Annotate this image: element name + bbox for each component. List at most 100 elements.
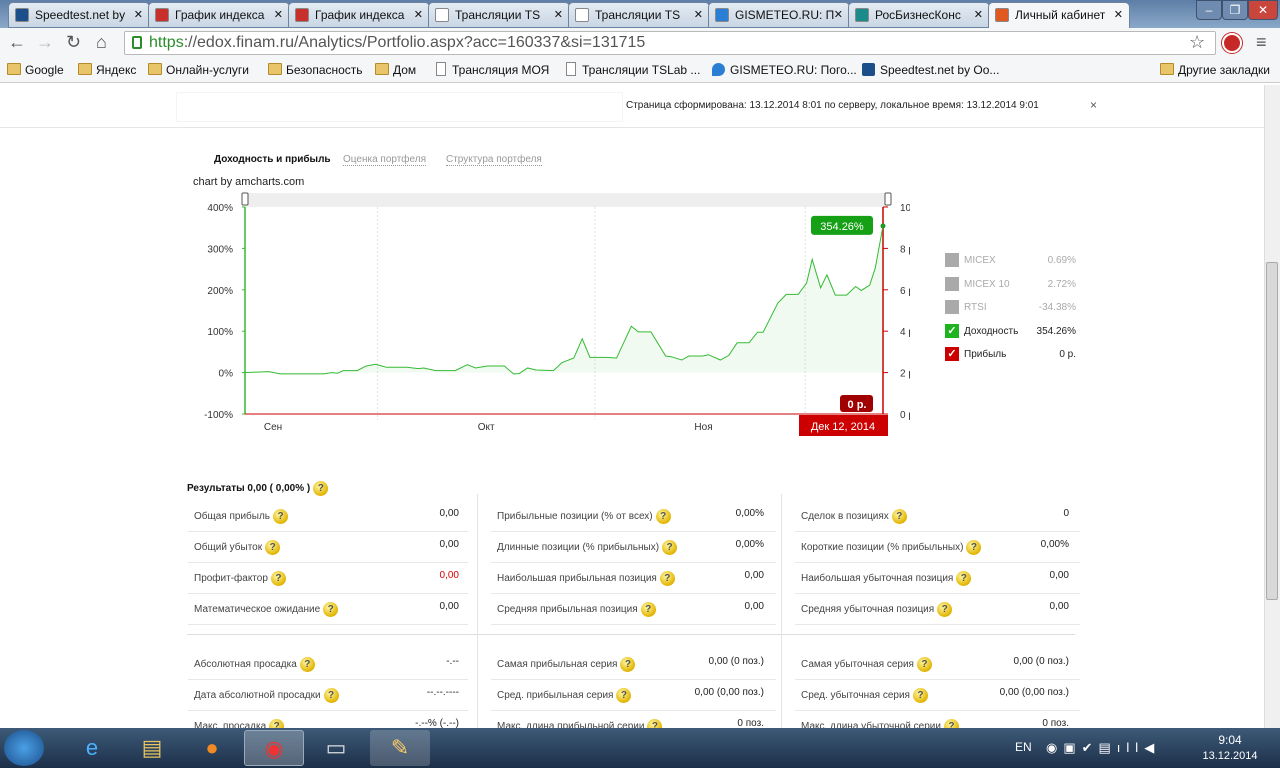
help-icon[interactable]: ? [323,602,339,617]
terminal-icon[interactable]: ▭ [306,730,366,766]
favicon-icon [15,8,29,22]
browser-tab[interactable]: Speedtest.net by ✕ [8,2,150,28]
y-tick-label: 0% [219,369,234,380]
scroll-handle[interactable] [241,192,249,206]
close-tab-icon[interactable]: ✕ [974,8,983,21]
browser-tab[interactable]: Трансляции TS ✕ [428,2,570,28]
close-tab-icon[interactable]: ✕ [134,8,143,21]
browser-tab[interactable]: GISMETEO.RU: П ✕ [708,2,850,28]
browser-tab[interactable]: Трансляции TS ✕ [568,2,710,28]
row-divider [491,562,776,563]
reload-icon[interactable]: ↻ [66,32,81,53]
help-icon[interactable]: ? [912,688,928,703]
stat-value: 0,00 (0 поз.) [1013,656,1069,667]
returns-endpoint [880,223,886,229]
row-divider [795,710,1080,711]
other-bookmarks[interactable]: Другие закладки [1160,63,1270,77]
stat-label: Средняя прибыльная позиция? [497,602,656,617]
help-icon[interactable]: ? [265,540,281,555]
tab-portfolio-valuation[interactable]: Оценка портфеля [343,154,427,166]
bookmark-item[interactable]: GISMETEO.RU: Пого... [712,63,857,77]
maximize-button[interactable]: ❐ [1222,0,1248,20]
browser-tab[interactable]: График индекса ✕ [288,2,430,28]
help-icon[interactable]: ? [616,688,632,703]
clock-time[interactable]: 9:04 [1200,733,1260,747]
checkbox-checked-icon[interactable]: ✓ [945,347,959,361]
results-title: Результаты 0,00 ( 0,00% )? [187,481,329,496]
checkbox-icon[interactable] [945,253,959,267]
address-bar[interactable]: https://edox.finam.ru/Analytics/Portfoli… [124,31,1216,55]
bookmark-item[interactable]: Дом [375,63,416,77]
help-icon[interactable]: ? [313,481,329,496]
folder-icon [375,63,389,75]
help-icon[interactable]: ? [323,688,339,703]
browser-tab[interactable]: Личный кабинет ✕ [988,2,1130,28]
forward-icon[interactable]: → [36,32,54,53]
start-button[interactable] [4,730,44,766]
scrollbar-area[interactable] [245,193,888,207]
firefox-icon[interactable]: ● [182,730,242,766]
back-icon[interactable]: ← [8,32,26,53]
bookmark-item[interactable]: Google [7,63,64,77]
close-tab-icon[interactable]: ✕ [274,8,283,21]
y2-tick-label: 0 р. [900,410,910,421]
stat-value: 0,00 [744,601,764,612]
close-icon[interactable]: × [1090,98,1097,112]
bookmark-item[interactable]: Безопасность [268,63,363,77]
row-divider [795,593,1080,594]
y-tick-label: 300% [207,244,233,255]
clock-date[interactable]: 13.12.2014 [1196,750,1264,762]
close-tab-icon[interactable]: ✕ [554,8,563,21]
help-icon[interactable]: ? [620,657,636,672]
help-icon[interactable]: ? [270,571,286,586]
help-icon[interactable]: ? [299,657,315,672]
help-icon[interactable]: ? [891,509,907,524]
page-icon [436,62,446,76]
chart-credit[interactable]: chart by amcharts.com [193,176,304,188]
checkbox-icon[interactable] [945,276,959,291]
y2-tick-label: 10 р. [900,203,910,214]
tab-portfolio-structure[interactable]: Структура портфеля [446,154,542,166]
checkbox-checked-icon[interactable]: ✓ [945,323,959,338]
scrollbar-thumb[interactable] [1266,262,1278,600]
bookmark-item[interactable]: Speedtest.net by Oo... [862,63,999,77]
close-tab-icon[interactable]: ✕ [694,8,703,21]
tab-returns[interactable]: Доходность и прибыль [214,154,331,165]
explorer-icon[interactable]: ▤ [122,730,182,766]
browser-tab[interactable]: РосБизнесКонс ✕ [848,2,990,28]
ie-icon[interactable]: e [62,730,122,766]
bookmark-item[interactable]: Яндекс [78,63,136,77]
home-icon[interactable]: ⌂ [96,32,107,53]
section-divider [187,634,1075,635]
stat-label: Самая прибыльная серия? [497,657,636,672]
adblock-icon[interactable] [1222,33,1242,53]
folder-icon [1160,63,1174,75]
help-icon[interactable]: ? [273,509,289,524]
browser-tab[interactable]: График индекса ✕ [148,2,290,28]
star-icon[interactable]: ☆ [1189,32,1205,53]
close-tab-icon[interactable]: ✕ [834,8,843,21]
column-divider [781,494,782,728]
row-divider [491,710,776,711]
minimize-button[interactable]: – [1196,0,1222,20]
checkbox-icon[interactable] [945,300,959,314]
bookmark-label: Трансляция МОЯ [452,63,550,77]
y-tick-label: 200% [207,286,233,297]
close-tab-icon[interactable]: ✕ [414,8,423,21]
chrome-icon[interactable]: ◉ [244,730,304,766]
close-window-button[interactable]: ✕ [1248,0,1278,20]
bookmark-item[interactable]: Трансляции TSLab ... [564,62,700,77]
help-icon[interactable]: ? [916,657,932,672]
scroll-handle[interactable] [884,192,892,206]
menu-icon[interactable]: ≡ [1256,32,1267,53]
language-indicator[interactable]: EN [1015,740,1032,754]
row-divider [795,562,1080,563]
tray-icons[interactable]: ◉▣✔▤ıll◀ [1046,740,1160,756]
close-tab-icon[interactable]: ✕ [1114,8,1123,21]
bookmark-item[interactable]: Трансляция МОЯ [434,62,550,77]
folder-icon [7,63,21,75]
row-divider [491,531,776,532]
page-notice: Страница сформирована: 13.12.2014 8:01 п… [626,100,1039,111]
bookmark-item[interactable]: Онлайн-услуги [148,63,249,77]
paint-icon[interactable]: ✎ [370,730,430,766]
